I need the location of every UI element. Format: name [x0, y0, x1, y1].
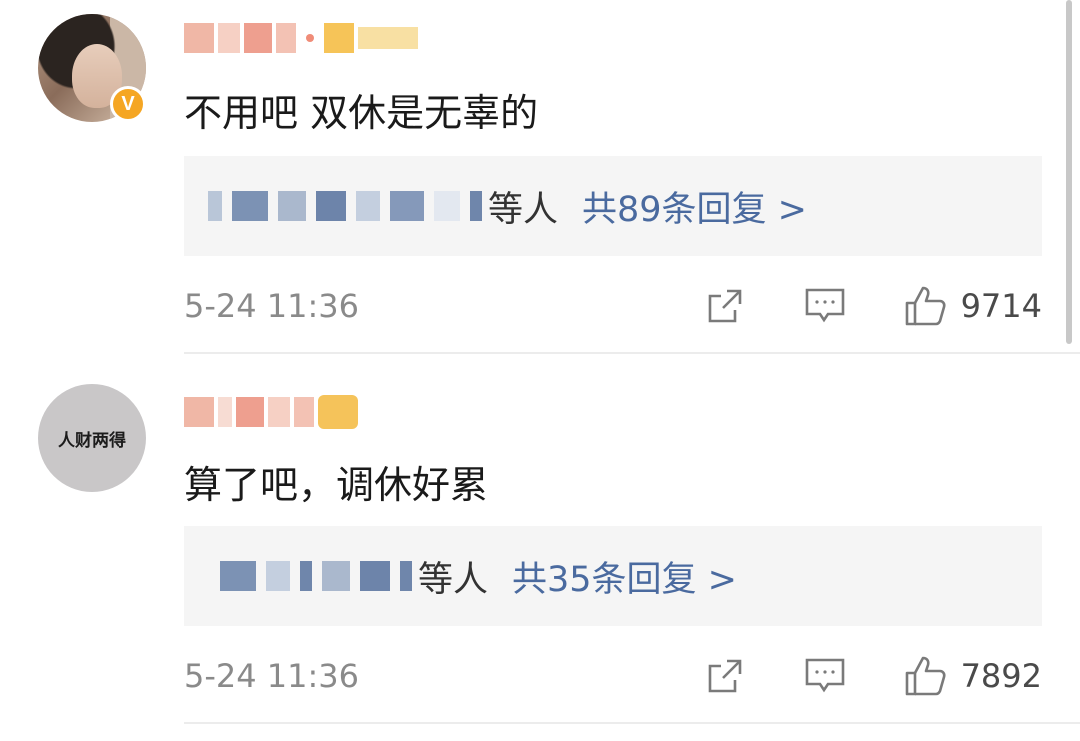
blurred-name-block: [244, 23, 272, 53]
blurred-reply-names: [208, 191, 482, 221]
blurred-name-block: [184, 397, 214, 427]
blurred-name-block: [390, 191, 424, 221]
blurred-name-block: [218, 397, 232, 427]
username-blurred[interactable]: [184, 390, 358, 434]
timestamp: 5-24 11:36: [184, 287, 360, 325]
avatar[interactable]: 人财两得: [38, 384, 146, 492]
comment-meta: 5-24 11:36: [184, 282, 1042, 330]
reply-count-link[interactable]: 共89条回复 >: [582, 181, 807, 232]
like-count: 9714: [960, 287, 1042, 325]
comment-text: 不用吧 双休是无辜的: [184, 91, 539, 135]
blurred-user-badge: [358, 27, 418, 49]
blurred-name-block: [236, 397, 264, 427]
reply-others-label: 等人: [488, 189, 559, 230]
blurred-name-block: [232, 191, 268, 221]
like-count: 7892: [960, 657, 1042, 695]
blurred-name-block: [220, 561, 256, 591]
blurred-name-block: [470, 191, 482, 221]
comment-item: V 不用吧 双休是无辜的 等人 共89条回复 > 5-24 11:36 9714: [0, 0, 1080, 354]
blurred-name-block: [316, 191, 346, 221]
comment-actions: 7892: [703, 654, 1042, 698]
blurred-user-badge: [318, 395, 358, 429]
blurred-name-block: [184, 23, 214, 53]
blurred-name-block: [294, 397, 314, 427]
blurred-name-block: [360, 561, 390, 591]
reply-count-link[interactable]: 共35条回复 >: [512, 551, 737, 602]
reply-summary[interactable]: 等人 共35条回复 >: [184, 526, 1042, 626]
blurred-name-block: [400, 561, 412, 591]
blurred-name-block: [322, 561, 350, 591]
blurred-name-block: [218, 23, 240, 53]
verified-badge-icon: V: [110, 86, 146, 122]
blurred-name-block: [268, 397, 290, 427]
avatar-text: 人财两得: [58, 430, 126, 451]
blurred-user-badge: [324, 23, 354, 53]
blurred-name-dot: [306, 34, 314, 42]
blurred-name-block: [278, 191, 306, 221]
comment-icon[interactable]: [803, 284, 847, 328]
comment-meta: 5-24 11:36: [184, 652, 1042, 700]
comment-actions: 9714: [703, 284, 1042, 328]
timestamp: 5-24 11:36: [184, 657, 360, 695]
scrollbar[interactable]: [1066, 0, 1072, 344]
blurred-name-block: [208, 191, 222, 221]
blurred-reply-names: [208, 561, 412, 591]
comment-icon[interactable]: [803, 654, 847, 698]
thumbs-up-icon[interactable]: [903, 654, 947, 698]
comment-item: 人财两得 算了吧，调休好累 等人 共35条回复 > 5-24 11:36 789…: [0, 354, 1080, 726]
share-icon[interactable]: [703, 654, 747, 698]
blurred-name-block: [266, 561, 290, 591]
share-icon[interactable]: [703, 284, 747, 328]
username-blurred[interactable]: [184, 16, 418, 60]
blurred-name-block: [434, 191, 460, 221]
thumbs-up-icon[interactable]: [903, 284, 947, 328]
blurred-name-block: [356, 191, 380, 221]
reply-summary[interactable]: 等人 共89条回复 >: [184, 156, 1042, 256]
comment-text: 算了吧，调休好累: [184, 463, 489, 507]
blurred-name-block: [300, 561, 312, 591]
blurred-name-block: [276, 23, 296, 53]
reply-others-label: 等人: [418, 559, 489, 600]
comment-divider: [184, 722, 1080, 724]
